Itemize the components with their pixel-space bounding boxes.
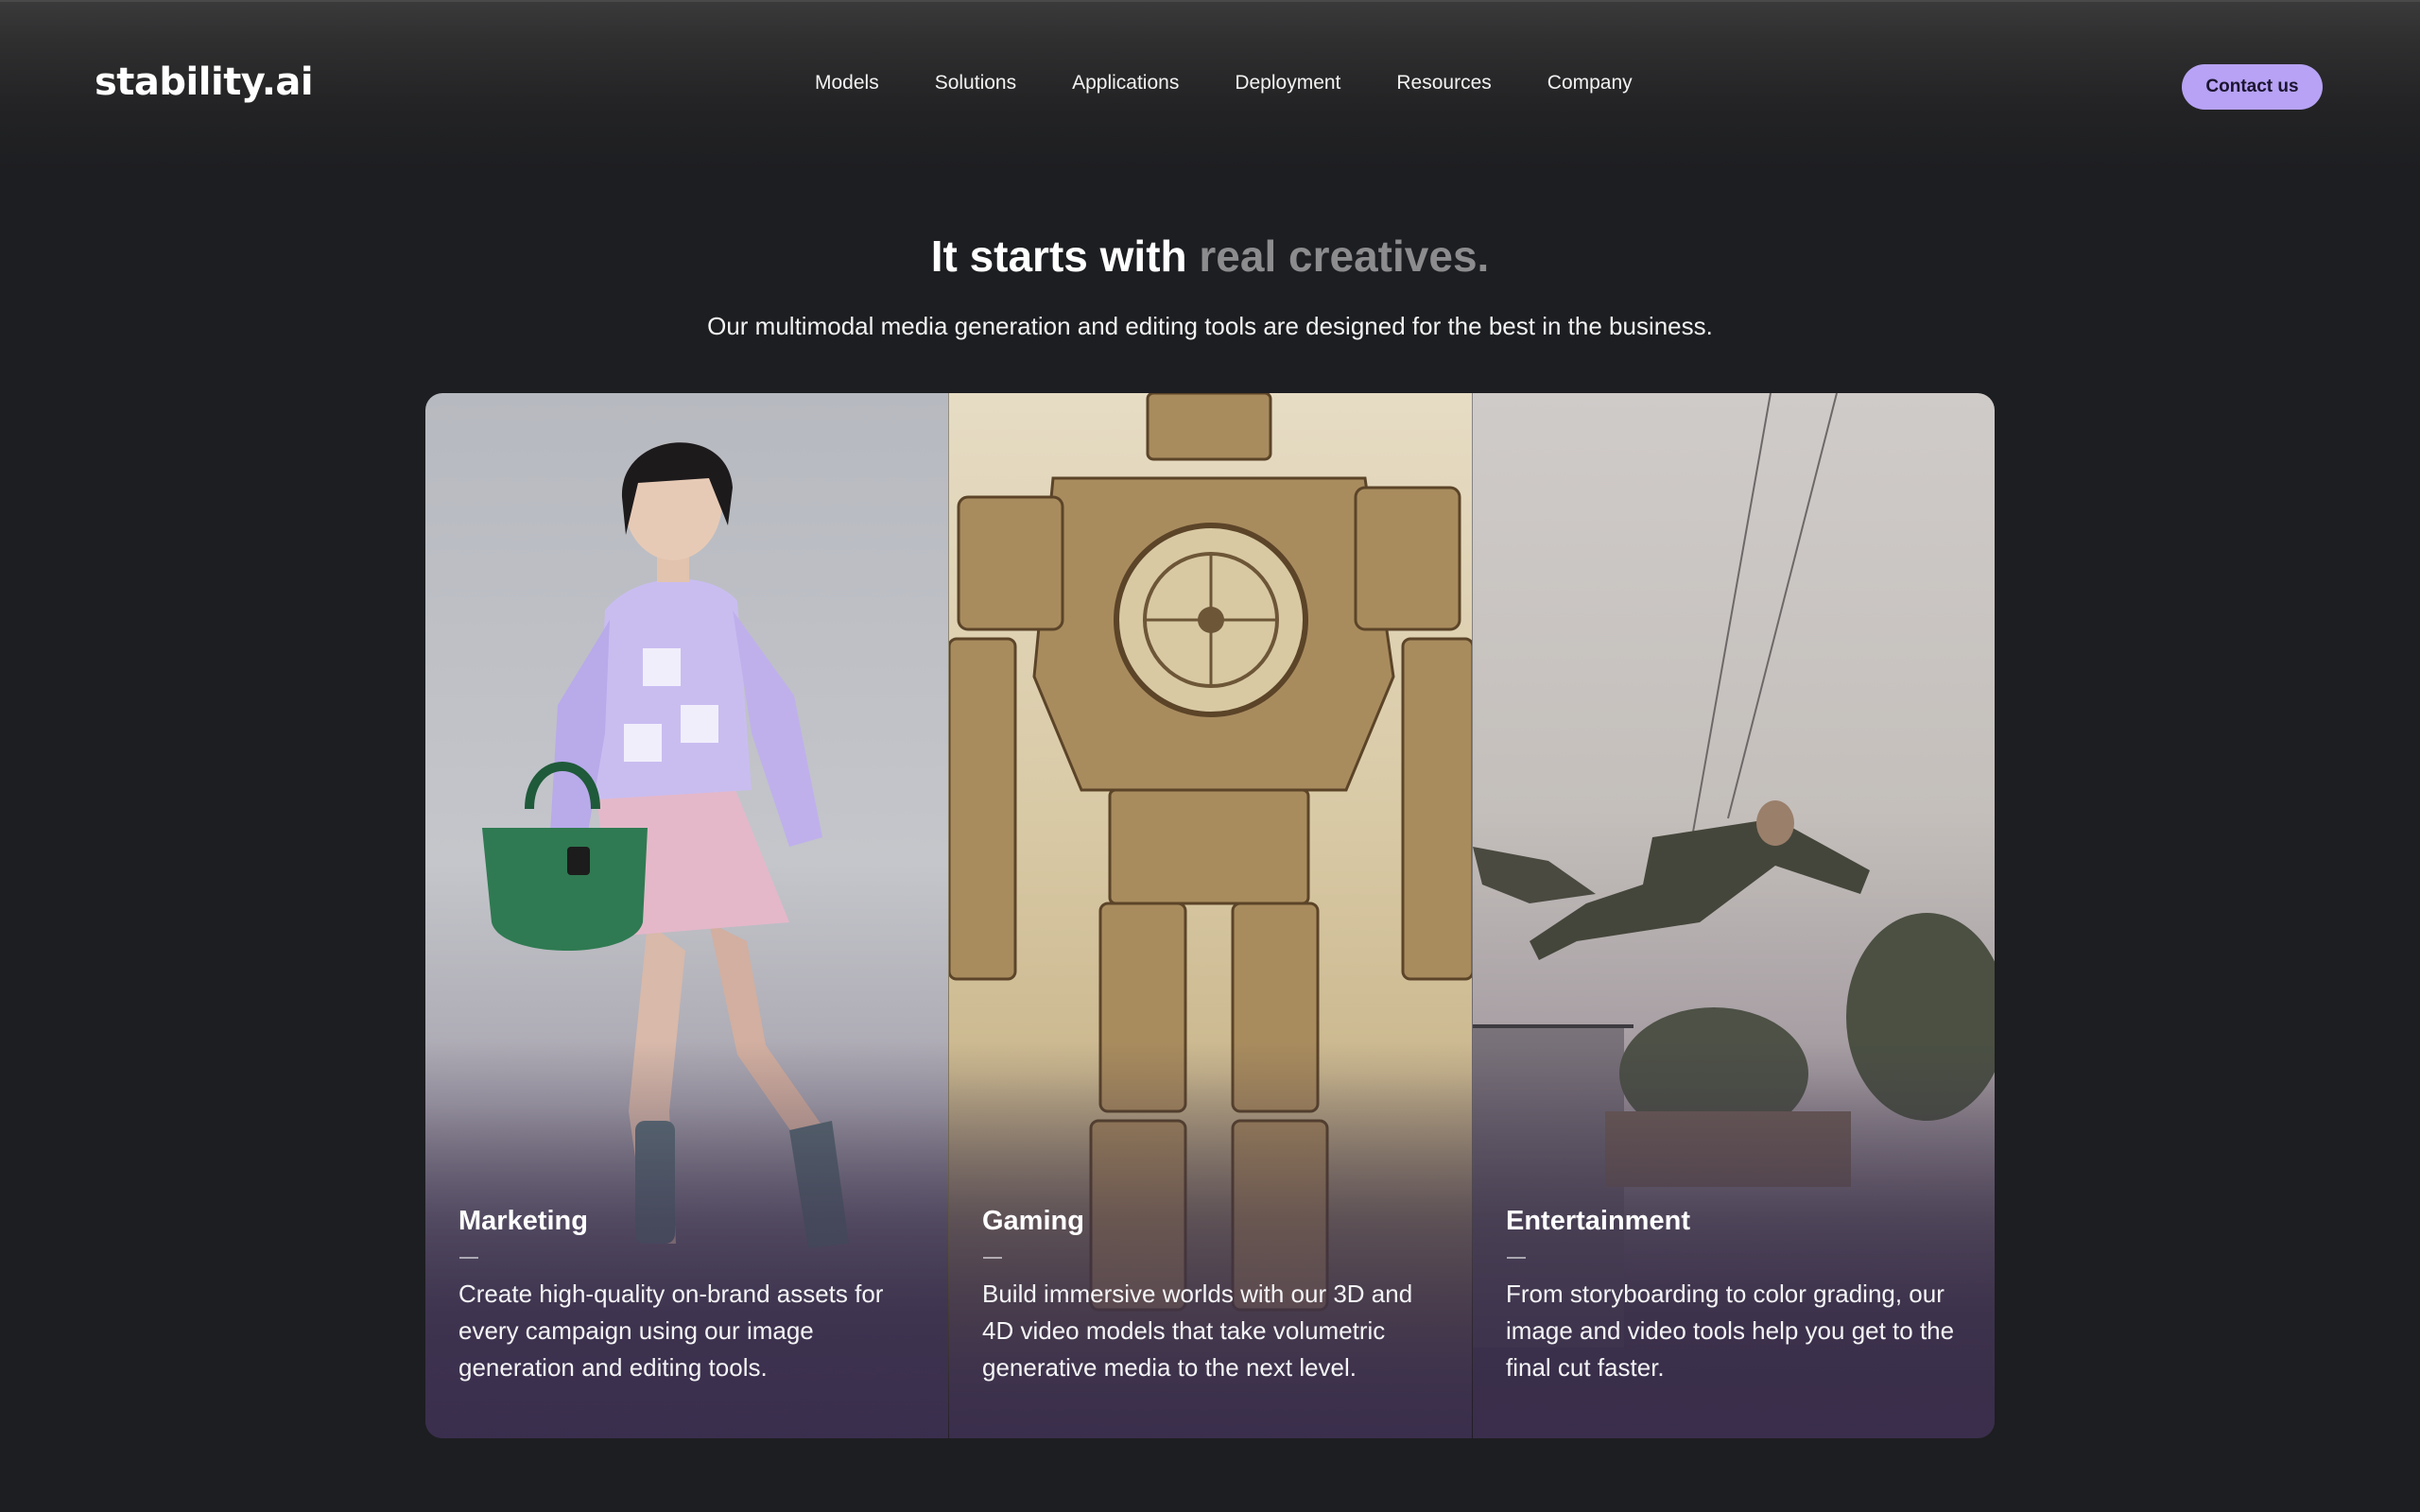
contact-us-button[interactable]: Contact us <box>2182 64 2323 110</box>
nav-company[interactable]: Company <box>1547 72 1633 94</box>
card-description: Build immersive worlds with our 3D and 4… <box>982 1280 1413 1382</box>
nav-applications[interactable]: Applications <box>1072 72 1179 94</box>
card-divider <box>1507 1257 1526 1259</box>
card-marketing[interactable]: Marketing Create high-quality on-brand a… <box>425 393 948 1438</box>
use-case-cards: Marketing Create high-quality on-brand a… <box>425 393 1995 1438</box>
card-title: Entertainment <box>1506 1206 1690 1236</box>
card-description: From storyboarding to color grading, our… <box>1506 1280 1955 1382</box>
site-header: stability.ai Models Solutions Applicatio… <box>0 0 2420 170</box>
nav-models[interactable]: Models <box>815 72 879 94</box>
card-description: Create high-quality on-brand assets for … <box>458 1280 884 1382</box>
nav-solutions[interactable]: Solutions <box>935 72 1016 94</box>
hero-subheadline: Our multimodal media generation and edit… <box>707 312 1713 340</box>
card-gaming[interactable]: Gaming Build immersive worlds with our 3… <box>948 393 1472 1438</box>
nav-resources[interactable]: Resources <box>1396 72 1491 94</box>
page: stability.ai Models Solutions Applicatio… <box>0 0 2420 1512</box>
main-nav: Models Solutions Applications Deployment… <box>815 72 1633 94</box>
card-title: Gaming <box>982 1206 1084 1236</box>
hero-headline: It starts with real creatives. <box>0 231 2420 282</box>
headline-accent: real creatives. <box>1199 232 1490 281</box>
stability-logo[interactable]: stability.ai <box>95 60 314 104</box>
card-entertainment[interactable]: Entertainment From storyboarding to colo… <box>1472 393 1995 1438</box>
nav-deployment[interactable]: Deployment <box>1235 72 1340 94</box>
card-divider <box>459 1257 478 1259</box>
card-title: Marketing <box>458 1206 588 1236</box>
card-divider <box>983 1257 1002 1259</box>
headline-main: It starts with <box>930 232 1187 281</box>
